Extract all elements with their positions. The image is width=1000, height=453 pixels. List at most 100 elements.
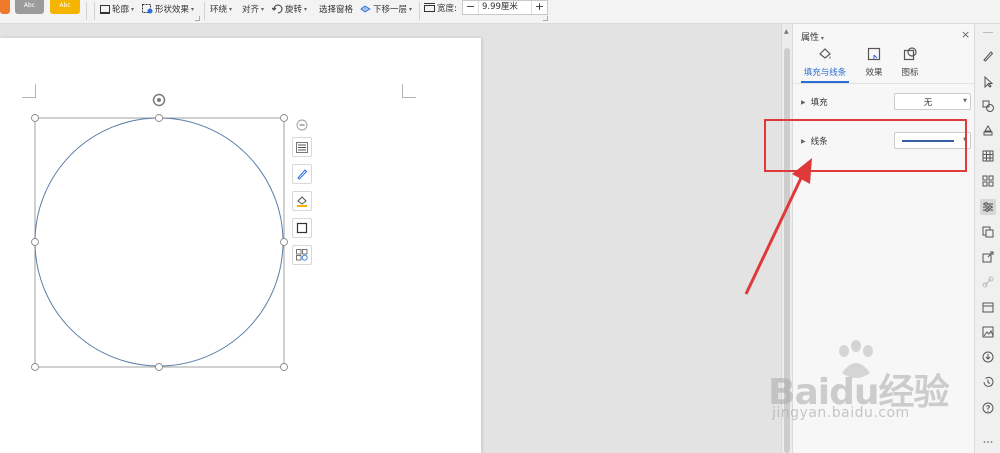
document-canvas[interactable] xyxy=(0,24,781,453)
width-label: 宽度: xyxy=(437,4,457,14)
width-increase-button[interactable]: + xyxy=(532,1,547,14)
resize-handle-left[interactable] xyxy=(31,238,39,246)
border-icon xyxy=(296,222,308,234)
toolbar-separator xyxy=(204,2,205,20)
align-button[interactable]: 对齐 ▾ xyxy=(242,2,264,16)
table-icon[interactable] xyxy=(980,148,996,164)
tab-fill-and-line[interactable]: 填充与线条 xyxy=(801,46,849,78)
rotate-label: 旋转 xyxy=(285,5,303,15)
chevron-down-icon: ▾ xyxy=(304,5,308,13)
rotate-button[interactable]: 旋转 ▾ xyxy=(272,2,307,16)
chevron-down-icon: ▼ xyxy=(963,98,967,104)
share-icon[interactable] xyxy=(980,249,996,265)
group-expand-icon[interactable] xyxy=(543,16,548,21)
history-icon[interactable] xyxy=(980,374,996,390)
chevron-down-icon: ▾ xyxy=(409,5,413,13)
resize-handle-right[interactable] xyxy=(280,238,288,246)
pen-icon xyxy=(297,169,308,180)
scroll-up-icon[interactable]: ▲ xyxy=(784,28,789,35)
tab-size[interactable]: 图标 xyxy=(895,46,925,78)
circle-shape[interactable] xyxy=(0,38,481,453)
fill-value: 无 xyxy=(923,98,933,108)
shape-effect-button[interactable]: 形状效果 ▾ xyxy=(142,2,194,16)
selection-pane-button[interactable]: 选择窗格 xyxy=(319,2,353,16)
fill-section[interactable]: ▶ 填充 无 ▼ xyxy=(801,93,971,111)
document-page[interactable] xyxy=(0,38,481,453)
width-stepper[interactable]: − 9.99厘米 + xyxy=(462,0,548,15)
wrap-button[interactable]: 环绕 ▾ xyxy=(210,2,232,16)
resize-handle-bottom-left[interactable] xyxy=(31,363,39,371)
resize-handle-top[interactable] xyxy=(155,114,163,122)
rotate-handle[interactable] xyxy=(152,93,166,107)
width-decrease-button[interactable]: − xyxy=(463,1,478,14)
toolbar-separator xyxy=(94,2,95,20)
fill-bucket-icon xyxy=(297,196,307,207)
shape-style-swatch-orange[interactable] xyxy=(0,0,10,14)
pen-icon[interactable] xyxy=(980,48,996,64)
layout-options-icon xyxy=(296,141,308,153)
image-icon[interactable] xyxy=(980,324,996,340)
collapse-quick-tools-button[interactable] xyxy=(296,119,308,131)
shapes-icon[interactable] xyxy=(980,98,996,114)
effects-icon xyxy=(859,46,889,64)
properties-icon[interactable] xyxy=(980,199,996,215)
stamp-icon[interactable] xyxy=(980,123,996,139)
chevron-down-icon: ▾ xyxy=(191,5,195,13)
cursor-icon[interactable] xyxy=(980,74,996,90)
copy-document-icon[interactable] xyxy=(980,224,996,240)
fill-label: 填充 xyxy=(810,98,828,108)
more-icon[interactable] xyxy=(980,432,996,448)
selection-pane-label: 选择窗格 xyxy=(319,5,354,15)
right-sidebar xyxy=(974,24,1000,453)
outline-icon xyxy=(99,4,110,14)
help-icon[interactable] xyxy=(980,400,996,416)
watermark-url: jingyan.baidu.com xyxy=(772,405,910,421)
align-label: 对齐 xyxy=(242,5,260,15)
send-backward-button[interactable]: 下移一层 ▾ xyxy=(360,2,412,16)
toolbar-separator xyxy=(419,2,420,20)
wrap-label: 环绕 xyxy=(210,5,228,15)
shapes-icon xyxy=(296,249,308,261)
archive-icon[interactable] xyxy=(980,299,996,315)
fill-dropdown[interactable]: 无 ▼ xyxy=(894,93,971,110)
send-backward-icon xyxy=(360,4,371,14)
outline-label: 轮廓 xyxy=(112,5,130,15)
chevron-down-icon: ▾ xyxy=(229,5,233,13)
shape-outline-button[interactable] xyxy=(292,164,312,184)
shape-effect-label: 形状效果 xyxy=(155,5,190,15)
layout-options-button[interactable] xyxy=(292,137,312,157)
width-input[interactable]: 9.99厘米 xyxy=(478,1,532,14)
resize-handle-bottom-right[interactable] xyxy=(280,363,288,371)
fill-bucket-icon xyxy=(801,46,849,64)
tab-divider xyxy=(793,83,975,84)
expand-arrow-icon[interactable]: ▶ xyxy=(801,99,806,106)
width-icon xyxy=(424,3,435,16)
rotate-icon xyxy=(272,4,283,14)
shape-effect-icon xyxy=(142,4,153,14)
more-shape-tools-button[interactable] xyxy=(292,245,312,265)
apps-icon[interactable] xyxy=(980,173,996,189)
tab-effects[interactable]: 效果 xyxy=(859,46,889,78)
chevron-down-icon: ▾ xyxy=(131,5,135,13)
shape-style-swatch-yellow[interactable]: Abc xyxy=(50,0,80,14)
send-backward-label: 下移一层 xyxy=(373,5,408,15)
outline-button[interactable]: 轮廓 ▾ xyxy=(99,2,134,16)
resize-handle-top-right[interactable] xyxy=(280,114,288,122)
download-icon[interactable] xyxy=(980,349,996,365)
close-icon[interactable]: × xyxy=(961,28,970,41)
ribbon-toolbar: Abc Abc 轮廓 ▾ 形状效果 ▾ 环绕 ▾ 对齐 ▾ 旋转 ▾ 选择窗格 xyxy=(0,0,1000,24)
size-icon xyxy=(895,46,925,64)
link-icon[interactable] xyxy=(980,274,996,290)
resize-handle-bottom[interactable] xyxy=(155,363,163,371)
resize-handle-top-left[interactable] xyxy=(31,114,39,122)
toolbar-separator xyxy=(86,2,87,20)
chevron-down-icon: ▾ xyxy=(261,5,265,13)
group-expand-icon[interactable] xyxy=(195,16,200,21)
shape-style-swatch-gray[interactable]: Abc xyxy=(15,0,44,14)
shape-border-button[interactable] xyxy=(292,218,312,238)
watermark: Baidu经验 jingyan.baidu.com xyxy=(760,340,950,425)
shape-fill-button[interactable] xyxy=(292,191,312,211)
panel-title[interactable]: 属性 ▾ xyxy=(801,30,824,43)
annotation-arrow xyxy=(744,158,812,295)
sidebar-grip xyxy=(983,32,993,33)
